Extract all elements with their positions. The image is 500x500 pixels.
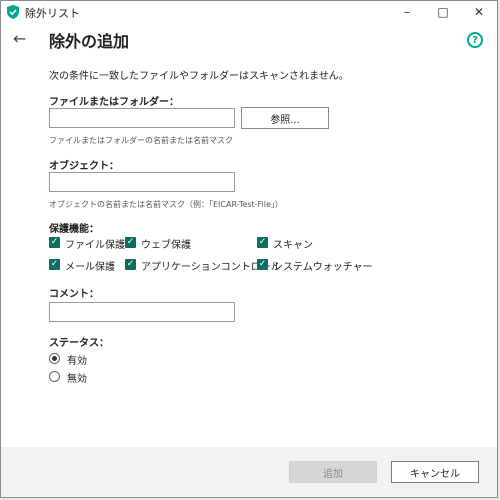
page-header: ← 除外の追加 ? [1,23,497,63]
minimize-icon: – [404,5,410,19]
status-disabled-label: 無効 [67,374,87,385]
scan-checkbox[interactable]: ✓ [257,237,268,248]
back-arrow-icon[interactable]: ← [13,29,26,48]
help-icon[interactable]: ? [467,32,483,48]
web-protection-label: ウェブ保護 [141,240,191,251]
close-icon: ✕ [473,5,485,19]
web-protection-checkbox[interactable]: ✓ [125,237,136,248]
add-button[interactable]: 追加 [289,461,377,483]
file-protection-checkbox[interactable]: ✓ [49,237,60,248]
protection-label: 保護機能： [49,224,99,235]
comment-label: コメント： [49,289,99,300]
scan-label: スキャン [273,240,313,251]
object-hint: オブジェクトの名前または名前マスク（例：「EICAR-Test-File」） [49,200,283,209]
status-label: ステータス： [49,338,109,349]
status-disabled-radio[interactable] [49,371,60,382]
status-enabled-radio[interactable] [49,353,60,364]
minimize-button[interactable]: – [389,1,425,23]
exclusion-window: 除外リスト – □ ✕ ← 除外の追加 ? 次の条件に一致したファイルやフォルダ… [0,0,498,498]
maximize-button[interactable]: □ [425,1,461,23]
system-watcher-checkbox[interactable]: ✓ [257,259,268,270]
maximize-icon: □ [437,5,449,19]
object-label: オブジェクト： [49,161,119,172]
file-protection-label: ファイル保護 [65,240,125,251]
footer: 追加 キャンセル [1,447,497,497]
file-folder-input[interactable] [49,108,235,128]
file-folder-label: ファイルまたはフォルダー： [49,97,179,108]
browse-button[interactable]: 参照... [241,107,329,129]
file-folder-hint: ファイルまたはフォルダーの名前または名前マスク [49,136,233,145]
status-enabled-label: 有効 [67,356,87,367]
close-button[interactable]: ✕ [461,1,497,23]
mail-protection-label: メール保護 [65,262,115,273]
title-bar: 除外リスト – □ ✕ [1,1,497,23]
mail-protection-checkbox[interactable]: ✓ [49,259,60,270]
shield-icon [7,5,19,19]
system-watcher-label: システムウォッチャー [273,262,373,273]
page-title: 除外の追加 [49,32,130,51]
window-title: 除外リスト [25,7,80,20]
cancel-button[interactable]: キャンセル [391,461,479,483]
object-input[interactable] [49,172,235,192]
comment-input[interactable] [49,302,235,322]
page-description: 次の条件に一致したファイルやフォルダーはスキャンされません。 [49,71,349,82]
app-control-checkbox[interactable]: ✓ [125,259,136,270]
